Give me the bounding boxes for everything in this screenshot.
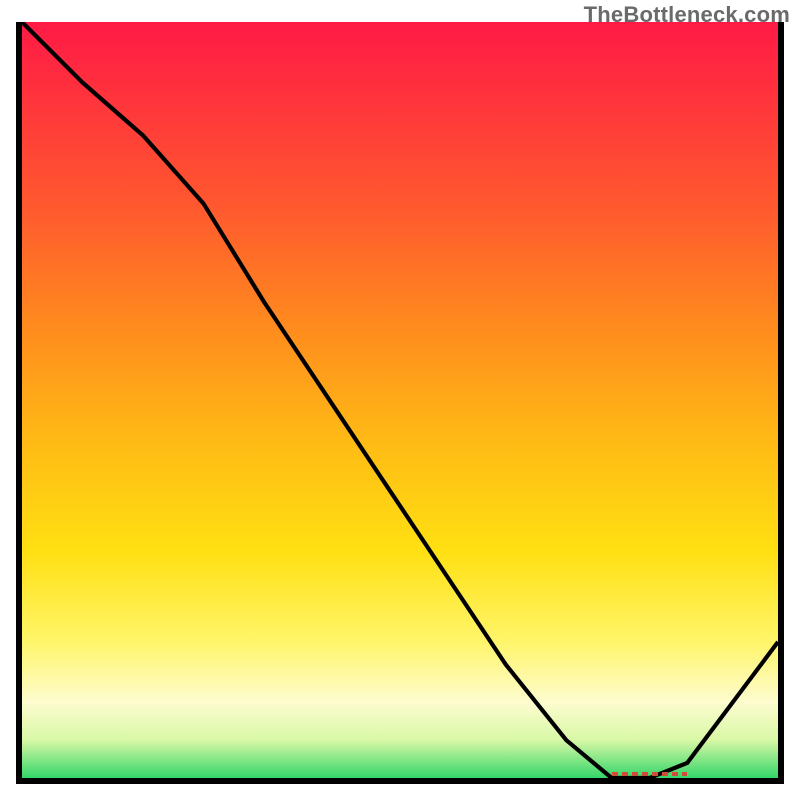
optimal-range-marker (612, 772, 688, 776)
plot-area (16, 22, 784, 784)
chart-frame: TheBottleneck.com (0, 0, 800, 800)
bottleneck-curve (22, 22, 778, 778)
